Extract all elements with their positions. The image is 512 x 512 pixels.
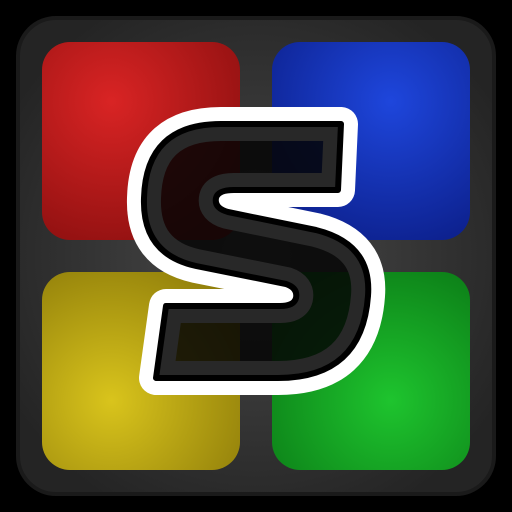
- s-letter-logo: [126, 107, 386, 395]
- app-icon[interactable]: [16, 16, 496, 496]
- icon-canvas: [0, 0, 512, 512]
- s-letter-fill: [140, 121, 372, 381]
